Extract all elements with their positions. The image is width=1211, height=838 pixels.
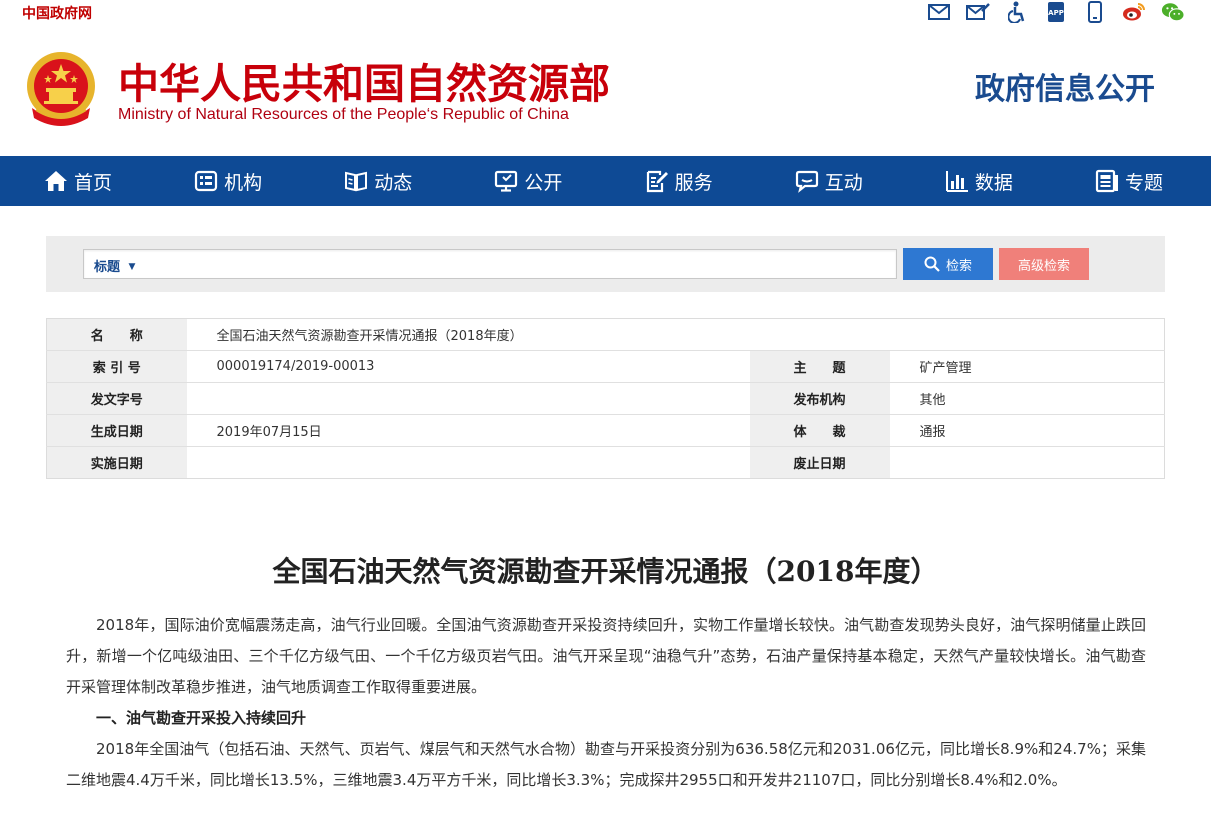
search-field-select[interactable]: 标题 ▼: [94, 256, 135, 275]
search-icon: [924, 256, 940, 272]
article-paragraph: 2018年，国际油价宽幅震荡走高，油气行业回暖。全国油气资源勘查开采投资持续回升…: [66, 616, 1146, 696]
date-value: 2019年07月15日: [186, 414, 750, 447]
utility-icons: APP: [927, 0, 1185, 24]
subject-label: 主 题: [749, 350, 890, 383]
nav-item-topic[interactable]: 专题: [1095, 156, 1163, 206]
nav-item-home[interactable]: 首页: [44, 156, 112, 206]
index-label: 索 引 号: [46, 350, 187, 383]
nav-item-label: 首页: [74, 171, 113, 194]
ministry-name-english: Ministry of Natural Resources of the Peo…: [118, 106, 569, 123]
top-utility-bar: 中国政府网 APP: [0, 0, 1211, 24]
search-button[interactable]: 检索: [903, 248, 993, 280]
nav-item-news[interactable]: 动态: [344, 156, 412, 206]
article-paragraph: 2018年全国油气（包括石油、天然气、页岩气、煤层气和天然气水合物）勘查与开采投…: [66, 740, 1146, 789]
nav-item-label: 专题: [1124, 171, 1163, 194]
nav-item-label: 数据: [974, 171, 1013, 194]
issuer-value: 其他: [889, 382, 1165, 415]
bar-chart-icon: [945, 171, 968, 192]
article-body: 2018年，国际油价宽幅震荡走高，油气行业回暖。全国油气资源勘查开采投资持续回升…: [66, 610, 1146, 796]
app-icon[interactable]: APP: [1044, 1, 1068, 23]
content-page: 标题 ▼ 检索 高级检索 名 称 全国石油天然气资源勘查开采情况通报（2018年…: [8, 214, 1203, 838]
search-button-label: 检索: [945, 257, 972, 273]
table-row: 名 称 全国石油天然气资源勘查开采情况通报（2018年度）: [46, 318, 1165, 351]
article-heading: 一、油气勘查开采投入持续回升: [96, 709, 307, 727]
table-row: 实施日期 废止日期: [46, 446, 1165, 479]
name-value: 全国石油天然气资源勘查开采情况通报（2018年度）: [186, 318, 1165, 351]
site-header: 中华人民共和国自然资源部 Ministry of Natural Resourc…: [0, 24, 1211, 156]
table-row: 发文字号 发布机构 其他: [46, 382, 1165, 415]
nav-item-label: 动态: [374, 171, 413, 194]
doc-number-value: [186, 382, 750, 415]
dropdown-arrow-icon: ▼: [128, 262, 136, 272]
nav-item-data[interactable]: 数据: [945, 156, 1013, 206]
main-nav: 首页 机构 动态 公开 服务 互动 数据 专题: [0, 156, 1211, 206]
subject-value: 矿产管理: [889, 350, 1165, 383]
nav-item-label: 互动: [824, 171, 863, 194]
expiry-date-label: 废止日期: [749, 446, 890, 479]
national-emblem-logo[interactable]: [22, 48, 100, 132]
genre-value: 通报: [889, 414, 1165, 447]
table-row: 索 引 号 000019174/2019-00013 主 题 矿产管理: [46, 350, 1165, 383]
advanced-search-button[interactable]: 高级检索: [999, 248, 1089, 280]
expiry-date-value: [889, 446, 1165, 479]
organization-icon: [195, 170, 218, 192]
nav-item-label: 服务: [674, 171, 713, 194]
edit-document-icon: [646, 170, 668, 193]
nav-item-label: 公开: [524, 171, 563, 194]
nav-item-interaction[interactable]: 互动: [795, 156, 863, 206]
gov-portal-link[interactable]: 中国政府网: [22, 3, 92, 23]
search-panel: 标题 ▼ 检索 高级检索: [46, 236, 1165, 292]
nav-item-service[interactable]: 服务: [645, 156, 713, 206]
chat-icon: [795, 170, 818, 193]
book-icon: [345, 171, 368, 192]
table-row: 生成日期 2019年07月15日 体 裁 通报: [46, 414, 1165, 447]
mail-edit-icon[interactable]: [966, 1, 990, 23]
document-info-table: 名 称 全国石油天然气资源勘查开采情况通报（2018年度） 索 引 号 0000…: [46, 318, 1165, 479]
wechat-icon[interactable]: [1161, 1, 1185, 23]
topic-icon: [1095, 169, 1118, 193]
weibo-icon[interactable]: [1122, 1, 1146, 23]
effective-date-value: [186, 446, 750, 479]
accessibility-icon[interactable]: [1005, 1, 1029, 23]
nav-item-organization[interactable]: 机构: [194, 156, 262, 206]
index-value: 000019174/2019-00013: [186, 350, 750, 383]
search-field-label: 标题: [94, 260, 121, 275]
doc-number-label: 发文字号: [46, 382, 187, 415]
monitor-icon: [495, 170, 518, 192]
issuer-label: 发布机构: [749, 382, 890, 415]
date-label: 生成日期: [46, 414, 187, 447]
mail-icon[interactable]: [927, 1, 951, 23]
effective-date-label: 实施日期: [46, 446, 187, 479]
ministry-name-chinese: 中华人民共和国自然资源部: [118, 60, 610, 108]
nav-item-public[interactable]: 公开: [494, 156, 562, 206]
nav-item-label: 机构: [224, 171, 263, 194]
search-box: 标题 ▼: [83, 249, 897, 279]
article-title: 全国石油天然气资源勘查开采情况通报（2018年度）: [272, 555, 939, 588]
name-label: 名 称: [46, 318, 187, 351]
svg-text:APP: APP: [1048, 9, 1064, 17]
search-input[interactable]: [154, 252, 884, 276]
section-title: 政府信息公开: [975, 72, 1155, 107]
mobile-icon[interactable]: [1083, 1, 1107, 23]
home-icon: [45, 171, 67, 191]
genre-label: 体 裁: [749, 414, 890, 447]
